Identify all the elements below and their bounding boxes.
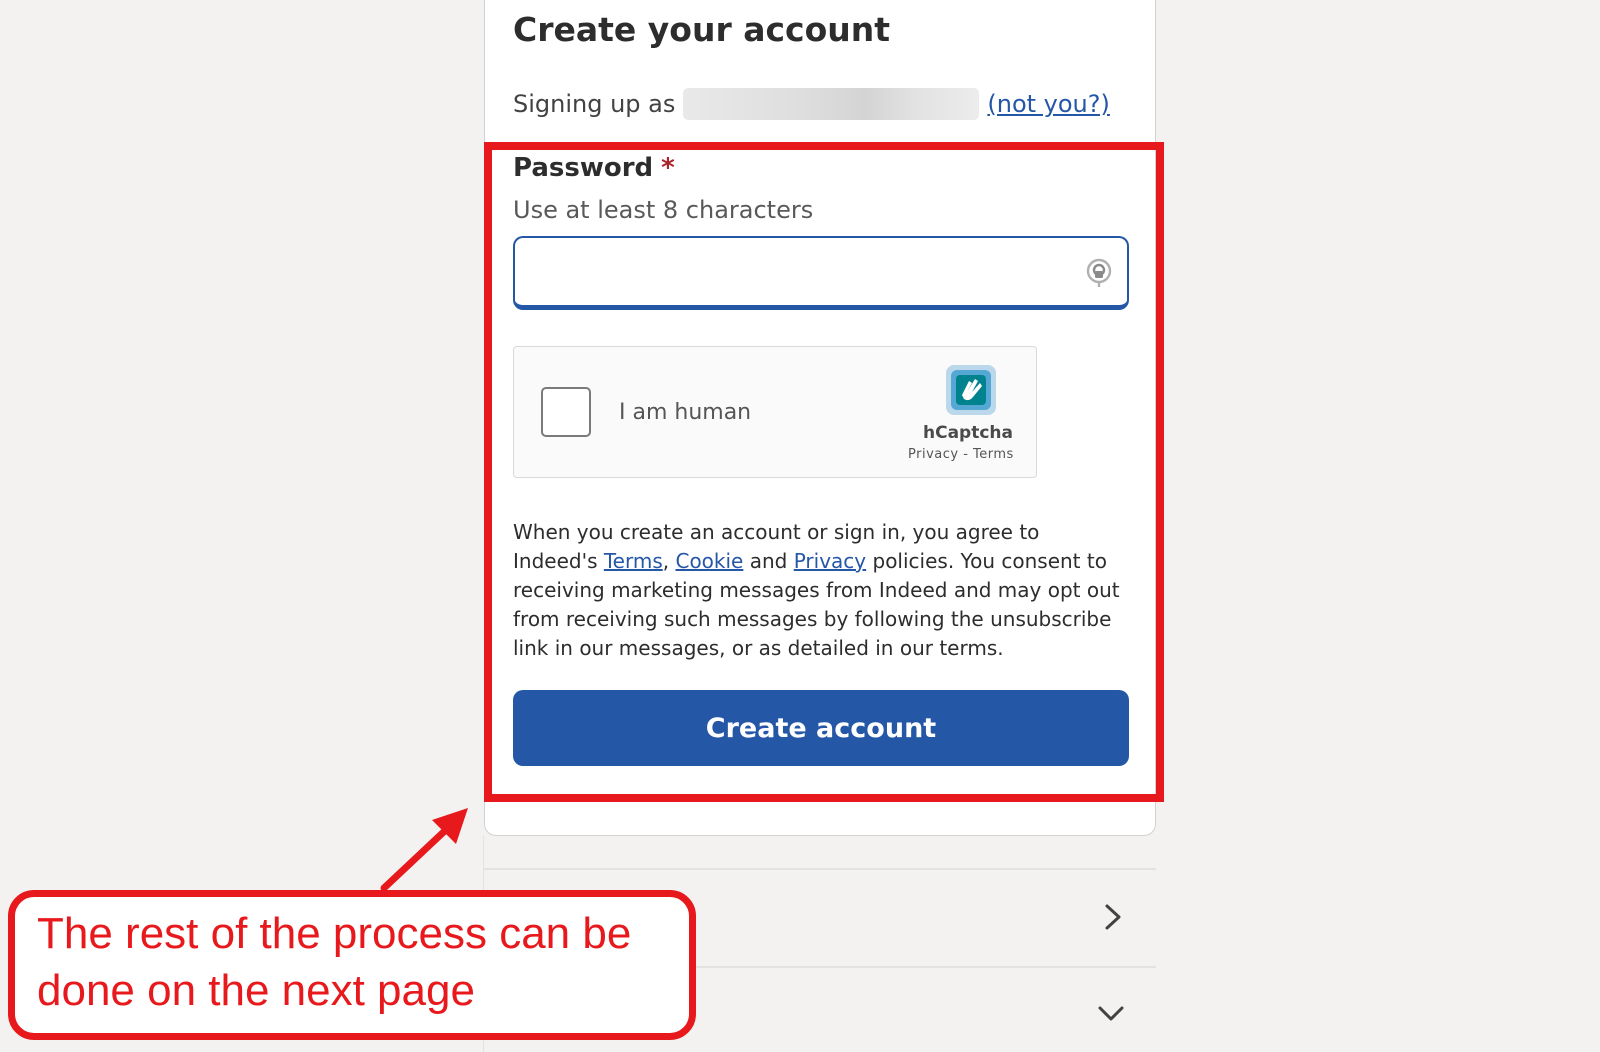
not-you-link[interactable]: (not you?) [987,90,1110,118]
hcaptcha-links: Privacy - Terms [908,447,1014,462]
section-divider [484,868,1156,870]
signing-up-label: Signing up as [513,90,676,118]
legal-and: and [743,549,794,573]
hcaptcha-brand: hCaptcha [923,423,1013,443]
captcha-label: I am human [619,400,752,425]
chevron-right-icon[interactable] [1100,900,1126,934]
callout-text: The rest of the process can be done on t… [37,909,632,1015]
hcaptcha-widget: I am human hCaptcha Privacy - Terms [513,346,1037,478]
legal-disclaimer: When you create an account or sign in, y… [513,518,1123,663]
required-marker: * [661,153,675,183]
legal-comma: , [662,549,676,573]
annotation-callout: The rest of the process can be done on t… [8,890,696,1040]
blurred-email [683,88,980,120]
chevron-down-icon[interactable] [1094,1000,1128,1026]
hcaptcha-logo-icon [946,365,996,415]
terms-link[interactable]: Terms [604,549,663,573]
cookie-link[interactable]: Cookie [675,549,743,573]
privacy-link[interactable]: Privacy [794,549,866,573]
hcaptcha-terms-link[interactable]: Terms [973,447,1014,462]
password-input[interactable] [515,238,1055,305]
password-label: Password * [513,153,675,183]
password-field-wrapper [513,236,1129,310]
captcha-checkbox[interactable] [541,387,591,437]
password-hint: Use at least 8 characters [513,196,814,224]
hcaptcha-privacy-link[interactable]: Privacy [908,447,959,462]
password-label-text: Password [513,153,654,183]
signing-up-row: Signing up as (not you?) [513,88,1110,120]
create-account-button[interactable]: Create account [513,690,1129,766]
hcaptcha-link-separator: - [958,447,974,462]
password-key-icon[interactable] [1085,258,1113,288]
page-title: Create your account [513,10,891,49]
